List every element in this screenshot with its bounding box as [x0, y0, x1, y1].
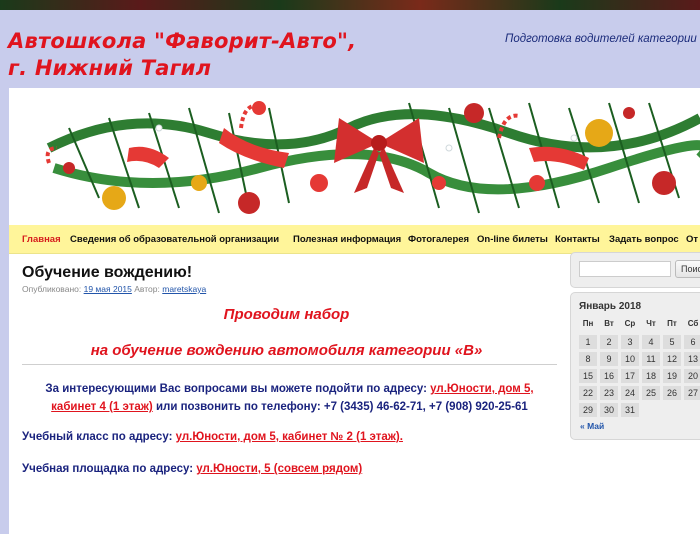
calendar-day: 12: [663, 352, 681, 366]
calendar-day-empty: [642, 403, 660, 417]
nav-item-home[interactable]: Главная: [22, 234, 61, 245]
calendar-day: 23: [600, 386, 618, 400]
search-input[interactable]: [579, 261, 671, 277]
paragraph-contacts: За интересующими Вас вопросами вы можете…: [22, 380, 557, 416]
heading-category-b: на обучение вождению автомобиля категори…: [90, 342, 483, 359]
nav-item-useful-info[interactable]: Полезная информация: [293, 234, 401, 245]
calendar-day: 15: [579, 369, 597, 383]
calendar-prev-month-link[interactable]: « Май: [580, 421, 604, 431]
post-date-link[interactable]: 19 мая 2015: [84, 284, 132, 294]
calendar-day-header: Вт: [604, 319, 614, 328]
main-nav: Главная Сведения об образовательной орга…: [9, 225, 700, 254]
calendar-day: 29: [579, 403, 597, 417]
nav-item-ask-question[interactable]: Задать вопрос: [609, 234, 679, 245]
calendar-day: 9: [600, 352, 618, 366]
calendar-day: 10: [621, 352, 639, 366]
nav-item-online-tickets[interactable]: On-line билеты: [477, 234, 548, 245]
divider: [22, 364, 557, 365]
calendar-day: 1: [579, 335, 597, 349]
calendar-widget: Январь 2018 Пн Вт Ср Чт Пт Сб 1 2 3 4 5 …: [570, 292, 700, 440]
calendar-day-header: Ср: [624, 319, 636, 328]
calendar-day: 24: [621, 386, 639, 400]
paragraph-classroom: Учебный класс по адресу: ул.Юности, дом …: [22, 428, 403, 446]
calendar-day: 26: [663, 386, 681, 400]
p1-text-a: За интересующими Вас вопросами вы можете…: [45, 383, 427, 395]
meta-published-label: Опубликовано:: [22, 284, 82, 294]
calendar-day: 20: [684, 369, 700, 383]
nav-item-contacts[interactable]: Контакты: [555, 234, 600, 245]
calendar-day-empty: [684, 403, 700, 417]
calendar-day: 3: [621, 335, 639, 349]
search-widget: Поис: [570, 252, 700, 288]
paragraph-training-ground: Учебная площадка по адресу: ул.Юности, 5…: [22, 460, 362, 478]
top-decoration-strip: [0, 0, 700, 10]
calendar-day-header: Пн: [582, 319, 594, 328]
calendar-day: 31: [621, 403, 639, 417]
site-description: Подготовка водителей категории: [505, 33, 697, 45]
calendar-day-empty: [663, 403, 681, 417]
calendar-day: 18: [642, 369, 660, 383]
sidebar: Поис Январь 2018 Пн Вт Ср Чт Пт Сб 1 2 3…: [570, 252, 700, 534]
calendar-day: 6: [684, 335, 700, 349]
calendar-day: 19: [663, 369, 681, 383]
search-button[interactable]: Поис: [675, 260, 700, 278]
calendar-day: 30: [600, 403, 618, 417]
address-link-ground[interactable]: ул.Юности, 5 (совсем рядом): [196, 463, 362, 475]
christmas-garland-banner: [9, 88, 700, 225]
calendar-day: 2: [600, 335, 618, 349]
nav-item-org-info[interactable]: Сведения об образовательной организации: [70, 234, 279, 245]
calendar-day: 11: [642, 352, 660, 366]
calendar-day: 4: [642, 335, 660, 349]
address-link-2[interactable]: кабинет 4 (1 этаж): [51, 401, 153, 413]
nav-item-photo-gallery[interactable]: Фотогалерея: [408, 234, 469, 245]
calendar-day: 5: [663, 335, 681, 349]
calendar-day: 25: [642, 386, 660, 400]
calendar-day-header: Чт: [646, 319, 656, 328]
post-title[interactable]: Обучение вождению!: [22, 264, 192, 282]
post-meta: Опубликовано: 19 мая 2015 Автор: maretsk…: [22, 284, 206, 294]
calendar-day: 16: [600, 369, 618, 383]
calendar-day-header: Сб: [687, 319, 699, 328]
calendar-day: 13: [684, 352, 700, 366]
calendar-day: 17: [621, 369, 639, 383]
p3-text: Учебная площадка по адресу:: [22, 463, 194, 475]
calendar-day: 27: [684, 386, 700, 400]
p1-text-b: или позвонить по телефону: +7 (3435) 46-…: [155, 401, 528, 413]
site-header: Автошкола "Фаворит-Авто", г. Нижний Таги…: [0, 10, 700, 88]
calendar-day: 8: [579, 352, 597, 366]
meta-author-label: Автор:: [134, 284, 160, 294]
p2-text: Учебный класс по адресу:: [22, 431, 173, 443]
main-content: Обучение вождению! Опубликовано: 19 мая …: [9, 254, 564, 534]
calendar-day: 22: [579, 386, 597, 400]
address-link-classroom[interactable]: ул.Юности, дом 5, кабинет № 2 (1 этаж).: [176, 431, 403, 443]
heading-enrollment: Проводим набор: [223, 306, 350, 323]
nav-item-more[interactable]: От: [686, 234, 698, 245]
calendar-day-header: Пт: [667, 319, 677, 328]
address-link-1[interactable]: ул.Юности, дом 5,: [430, 383, 533, 395]
site-title[interactable]: Автошкола "Фаворит-Авто", г. Нижний Таги…: [8, 28, 368, 82]
post-author-link[interactable]: maretskaya: [162, 284, 206, 294]
calendar-title: Январь 2018: [579, 301, 642, 312]
